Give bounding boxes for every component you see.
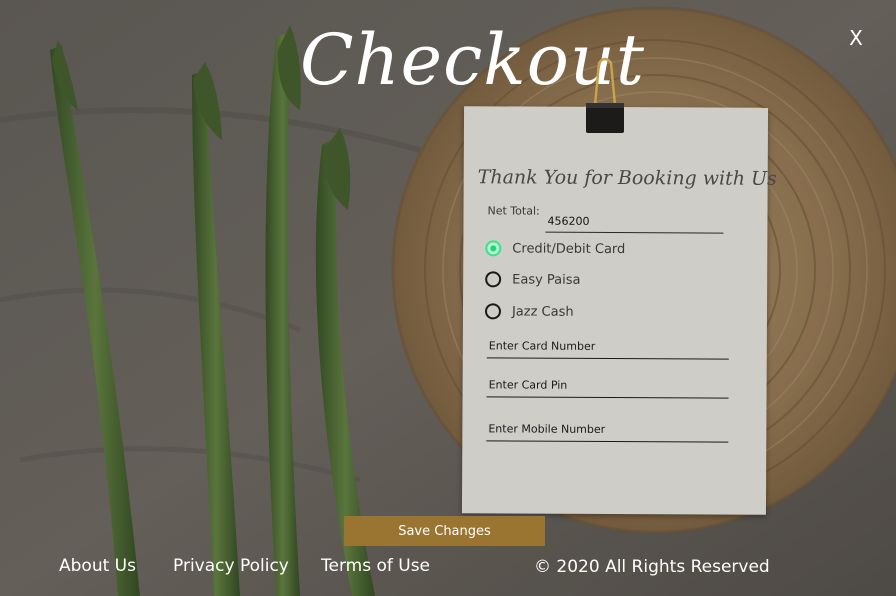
payment-option-label: Easy Paisa <box>512 271 581 288</box>
footer-link-privacy-policy[interactable]: Privacy Policy <box>173 556 289 576</box>
radio-unselected-icon[interactable] <box>484 303 502 320</box>
payment-option-jazz-cash[interactable]: Jazz Cash <box>484 300 574 322</box>
payment-option-easy-paisa[interactable]: Easy Paisa <box>485 268 581 290</box>
mobile-number-input[interactable]: Enter Mobile Number <box>486 420 729 443</box>
binder-clip-icon <box>586 57 624 133</box>
card-heading: Thank You for Booking with Us <box>477 166 777 190</box>
payment-option-label: Credit/Debit Card <box>512 240 626 257</box>
receipt-card: Thank You for Booking with Us Net Total:… <box>461 106 777 515</box>
radio-selected-icon[interactable] <box>485 240 502 257</box>
net-total-field: 456200 <box>545 213 724 234</box>
card-pin-input[interactable]: Enter Card Pin <box>486 376 729 399</box>
mobile-number-placeholder: Enter Mobile Number <box>488 422 606 436</box>
net-total-label: Net Total: <box>487 204 540 218</box>
footer-link-terms-of-use[interactable]: Terms of Use <box>321 556 430 576</box>
payment-option-credit-debit[interactable]: Credit/Debit Card <box>485 237 625 260</box>
footer-link-about-us[interactable]: About Us <box>59 556 136 576</box>
payment-option-label: Jazz Cash <box>511 303 574 320</box>
save-changes-button[interactable]: Save Changes <box>344 516 545 546</box>
card-number-input[interactable]: Enter Card Number <box>486 337 729 360</box>
card-number-placeholder: Enter Card Number <box>488 339 596 353</box>
card-pin-placeholder: Enter Card Pin <box>488 378 568 392</box>
radio-unselected-icon[interactable] <box>485 271 502 288</box>
close-button[interactable]: X <box>846 26 866 50</box>
net-total-value: 456200 <box>547 214 590 228</box>
copyright-text: © 2020 All Rights Reserved <box>534 557 770 577</box>
page-title: Checkout <box>300 19 646 101</box>
